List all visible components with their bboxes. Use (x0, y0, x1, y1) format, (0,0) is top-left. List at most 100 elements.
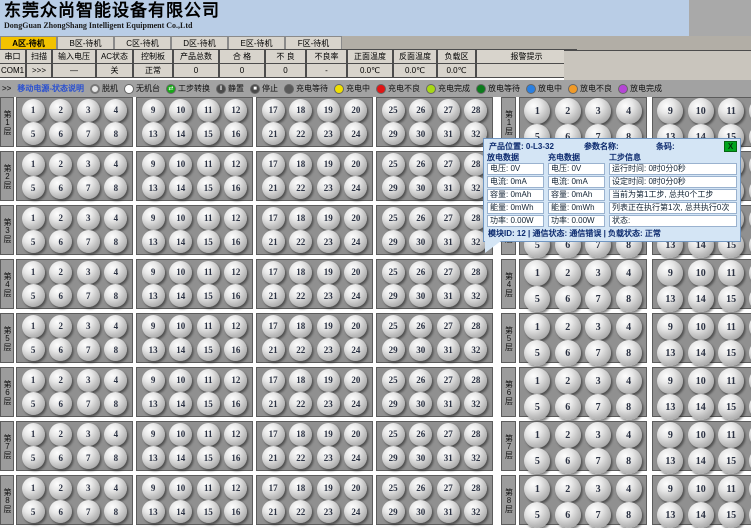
battery-cell-29[interactable]: 29 (382, 392, 405, 415)
battery-cell-31[interactable]: 31 (437, 500, 460, 523)
battery-cell-2[interactable]: 2 (555, 476, 581, 502)
battery-cell-20[interactable]: 20 (344, 423, 367, 446)
battery-cell-10[interactable]: 10 (688, 98, 714, 124)
tab-zone-0[interactable]: A区-待机 (0, 36, 57, 50)
battery-cell-7[interactable]: 7 (77, 284, 100, 307)
battery-cell-22[interactable]: 22 (289, 338, 312, 361)
battery-cell-3[interactable]: 3 (77, 99, 100, 122)
battery-cell-16[interactable]: 16 (224, 176, 247, 199)
battery-cell-14[interactable]: 14 (169, 392, 192, 415)
battery-cell-26[interactable]: 26 (409, 99, 432, 122)
battery-cell-7[interactable]: 7 (77, 392, 100, 415)
battery-cell-24[interactable]: 24 (344, 338, 367, 361)
battery-cell-11[interactable]: 11 (718, 476, 744, 502)
battery-cell-20[interactable]: 20 (344, 315, 367, 338)
battery-cell-5[interactable]: 5 (524, 286, 550, 312)
battery-cell-7[interactable]: 7 (585, 286, 611, 312)
battery-cell-22[interactable]: 22 (289, 176, 312, 199)
battery-cell-13[interactable]: 13 (142, 392, 165, 415)
battery-cell-7[interactable]: 7 (77, 500, 100, 523)
battery-cell-6[interactable]: 6 (555, 340, 581, 366)
battery-cell-9[interactable]: 9 (657, 260, 683, 286)
battery-cell-15[interactable]: 15 (197, 122, 220, 145)
battery-cell-15[interactable]: 15 (718, 448, 744, 474)
battery-cell-11[interactable]: 11 (197, 315, 220, 338)
battery-cell-31[interactable]: 31 (437, 392, 460, 415)
tab-zone-4[interactable]: E区-待机 (228, 36, 285, 50)
battery-cell-3[interactable]: 3 (77, 315, 100, 338)
battery-cell-18[interactable]: 18 (289, 99, 312, 122)
battery-cell-24[interactable]: 24 (344, 500, 367, 523)
battery-cell-7[interactable]: 7 (77, 446, 100, 469)
tab-zone-5[interactable]: F区-待机 (285, 36, 342, 50)
battery-cell-7[interactable]: 7 (77, 122, 100, 145)
battery-cell-26[interactable]: 26 (409, 477, 432, 500)
battery-cell-9[interactable]: 9 (657, 98, 683, 124)
battery-cell-2[interactable]: 2 (555, 314, 581, 340)
battery-cell-19[interactable]: 19 (317, 207, 340, 230)
battery-cell-11[interactable]: 11 (197, 423, 220, 446)
battery-cell-15[interactable]: 15 (197, 284, 220, 307)
battery-cell-4[interactable]: 4 (616, 422, 642, 448)
battery-cell-10[interactable]: 10 (169, 315, 192, 338)
battery-cell-25[interactable]: 25 (382, 99, 405, 122)
battery-cell-2[interactable]: 2 (555, 368, 581, 394)
battery-cell-32[interactable]: 32 (464, 284, 487, 307)
battery-cell-29[interactable]: 29 (382, 500, 405, 523)
battery-cell-12[interactable]: 12 (224, 261, 247, 284)
battery-cell-26[interactable]: 26 (409, 153, 432, 176)
battery-cell-8[interactable]: 8 (616, 394, 642, 420)
battery-cell-8[interactable]: 8 (104, 230, 127, 253)
battery-cell-13[interactable]: 13 (142, 446, 165, 469)
battery-cell-5[interactable]: 5 (524, 340, 550, 366)
battery-cell-9[interactable]: 9 (142, 99, 165, 122)
battery-cell-17[interactable]: 17 (262, 315, 285, 338)
battery-cell-14[interactable]: 14 (169, 500, 192, 523)
battery-cell-5[interactable]: 5 (22, 338, 45, 361)
battery-cell-1[interactable]: 1 (22, 369, 45, 392)
battery-cell-23[interactable]: 23 (317, 338, 340, 361)
battery-cell-15[interactable]: 15 (197, 338, 220, 361)
battery-cell-3[interactable]: 3 (585, 314, 611, 340)
battery-cell-9[interactable]: 9 (142, 423, 165, 446)
battery-cell-9[interactable]: 9 (142, 153, 165, 176)
battery-cell-13[interactable]: 13 (142, 122, 165, 145)
battery-cell-19[interactable]: 19 (317, 423, 340, 446)
battery-cell-15[interactable]: 15 (197, 446, 220, 469)
battery-cell-30[interactable]: 30 (409, 392, 432, 415)
battery-cell-10[interactable]: 10 (688, 260, 714, 286)
battery-cell-21[interactable]: 21 (262, 338, 285, 361)
battery-cell-22[interactable]: 22 (289, 284, 312, 307)
battery-cell-13[interactable]: 13 (657, 448, 683, 474)
battery-cell-23[interactable]: 23 (317, 176, 340, 199)
battery-cell-1[interactable]: 1 (22, 207, 45, 230)
battery-cell-13[interactable]: 13 (142, 230, 165, 253)
battery-cell-17[interactable]: 17 (262, 153, 285, 176)
battery-cell-13[interactable]: 13 (657, 394, 683, 420)
battery-cell-29[interactable]: 29 (382, 230, 405, 253)
battery-cell-31[interactable]: 31 (437, 176, 460, 199)
battery-cell-30[interactable]: 30 (409, 122, 432, 145)
battery-cell-8[interactable]: 8 (616, 286, 642, 312)
battery-cell-20[interactable]: 20 (344, 369, 367, 392)
battery-cell-6[interactable]: 6 (49, 122, 72, 145)
battery-cell-12[interactable]: 12 (224, 153, 247, 176)
battery-cell-9[interactable]: 9 (142, 207, 165, 230)
battery-cell-23[interactable]: 23 (317, 500, 340, 523)
battery-cell-16[interactable]: 16 (224, 500, 247, 523)
battery-cell-3[interactable]: 3 (77, 153, 100, 176)
battery-cell-3[interactable]: 3 (77, 423, 100, 446)
battery-cell-11[interactable]: 11 (197, 477, 220, 500)
battery-cell-25[interactable]: 25 (382, 153, 405, 176)
battery-cell-18[interactable]: 18 (289, 477, 312, 500)
battery-cell-9[interactable]: 9 (142, 369, 165, 392)
battery-cell-16[interactable]: 16 (224, 230, 247, 253)
battery-cell-5[interactable]: 5 (22, 230, 45, 253)
battery-cell-25[interactable]: 25 (382, 261, 405, 284)
battery-cell-6[interactable]: 6 (49, 446, 72, 469)
battery-cell-16[interactable]: 16 (224, 446, 247, 469)
battery-cell-12[interactable]: 12 (224, 315, 247, 338)
battery-cell-2[interactable]: 2 (49, 315, 72, 338)
battery-cell-1[interactable]: 1 (22, 477, 45, 500)
battery-cell-28[interactable]: 28 (464, 369, 487, 392)
